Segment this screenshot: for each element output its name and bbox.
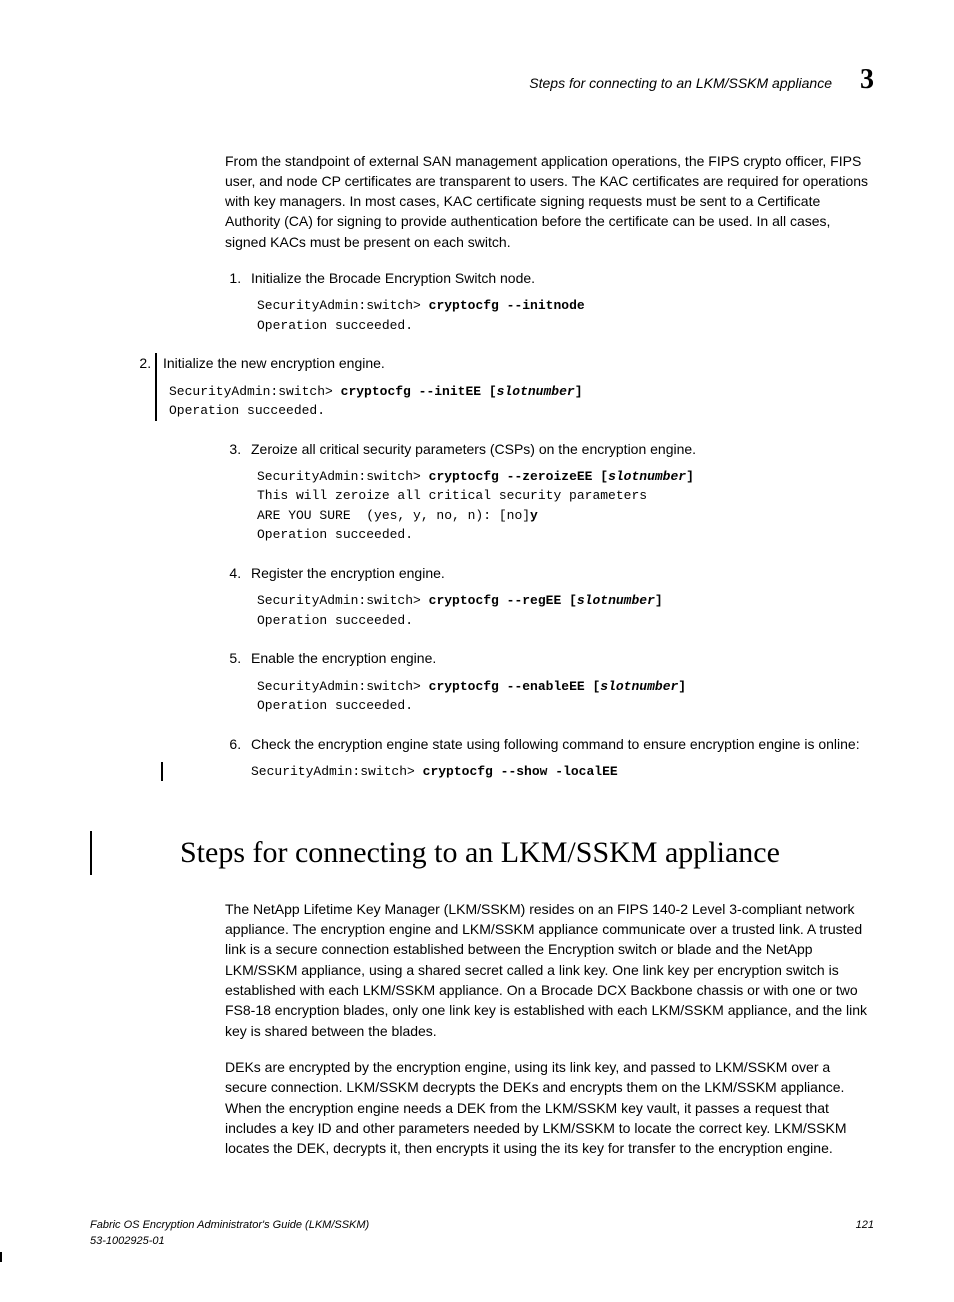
section-heading: Steps for connecting to an LKM/SSKM appl…	[90, 831, 874, 875]
intro-paragraph: From the standpoint of external SAN mana…	[225, 151, 874, 252]
footer-doc-title: Fabric OS Encryption Administrator's Gui…	[90, 1218, 369, 1234]
step-3-text: Zeroize all critical security parameters…	[251, 441, 696, 457]
change-bar-footer	[0, 1252, 874, 1262]
page-footer: Fabric OS Encryption Administrator's Gui…	[90, 1218, 874, 1250]
step-1-text: Initialize the Brocade Encryption Switch…	[251, 270, 535, 286]
footer-doc-id: 53-1002925-01	[90, 1234, 369, 1250]
step-2-code: SecurityAdmin:switch> cryptocfg --initEE…	[169, 382, 874, 421]
step-6-text: Check the encryption engine state using …	[251, 736, 860, 752]
page-header: Steps for connecting to an LKM/SSKM appl…	[90, 60, 874, 101]
step-6-code: SecurityAdmin:switch> cryptocfg --show -…	[161, 762, 874, 782]
step-1: Initialize the Brocade Encryption Switch…	[245, 268, 874, 335]
step-2: Initialize the new encryption engine. Se…	[155, 353, 874, 420]
step-5-text: Enable the encryption engine.	[251, 650, 436, 666]
header-title: Steps for connecting to an LKM/SSKM appl…	[529, 73, 832, 93]
step-3: Zeroize all critical security parameters…	[245, 439, 874, 545]
step-2-text: Initialize the new encryption engine.	[163, 355, 385, 371]
step-4-text: Register the encryption engine.	[251, 565, 445, 581]
step-4: Register the encryption engine. Security…	[245, 563, 874, 630]
step-4-code: SecurityAdmin:switch> cryptocfg --regEE …	[257, 591, 874, 630]
step-1-code: SecurityAdmin:switch> cryptocfg --initno…	[257, 296, 874, 335]
step-5: Enable the encryption engine. SecurityAd…	[245, 648, 874, 715]
footer-page-number: 121	[856, 1218, 874, 1250]
steps-list: Initialize the Brocade Encryption Switch…	[225, 268, 874, 781]
step-6: Check the encryption engine state using …	[245, 734, 874, 782]
step-3-code: SecurityAdmin:switch> cryptocfg --zeroiz…	[257, 467, 874, 545]
chapter-number: 3	[860, 60, 874, 101]
section-p2: DEKs are encrypted by the encryption eng…	[225, 1057, 874, 1158]
section-p1: The NetApp Lifetime Key Manager (LKM/SSK…	[225, 899, 874, 1041]
step-5-code: SecurityAdmin:switch> cryptocfg --enable…	[257, 677, 874, 716]
